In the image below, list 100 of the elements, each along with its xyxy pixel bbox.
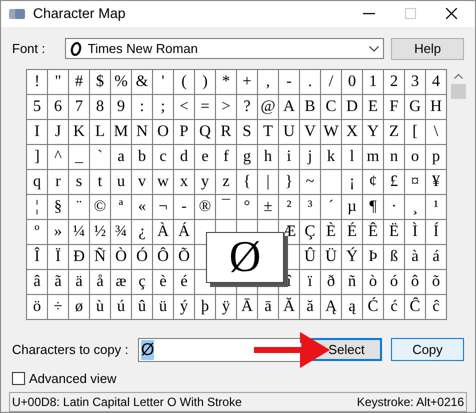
character-cell[interactable]: Á: [174, 220, 194, 244]
character-cell[interactable]: ã: [48, 270, 68, 294]
character-cell[interactable]: U: [279, 120, 299, 144]
character-cell[interactable]: L: [90, 120, 110, 144]
character-cell[interactable]: è: [153, 270, 173, 294]
character-cell[interactable]: 0: [342, 70, 362, 94]
character-cell[interactable]: 8: [90, 94, 110, 118]
character-cell[interactable]: ß: [384, 244, 404, 268]
character-cell[interactable]: Ó: [132, 244, 152, 268]
character-cell[interactable]: ¡: [342, 170, 362, 194]
character-cell[interactable]: µ: [342, 194, 362, 218]
character-cell[interactable]: ²: [279, 194, 299, 218]
character-cell[interactable]: Ï: [48, 244, 68, 268]
character-cell[interactable]: w: [153, 170, 173, 194]
character-cell[interactable]: v: [132, 170, 152, 194]
character-cell[interactable]: â: [27, 270, 47, 294]
character-cell[interactable]: Ì: [405, 220, 425, 244]
character-cell[interactable]: F: [384, 94, 404, 118]
character-cell[interactable]: á: [426, 244, 446, 268]
character-cell[interactable]: å: [90, 270, 110, 294]
character-cell[interactable]: c: [153, 144, 173, 168]
character-cell[interactable]: _: [69, 144, 89, 168]
character-cell[interactable]: I: [27, 120, 47, 144]
character-cell[interactable]: £: [384, 170, 404, 194]
character-cell[interactable]: 3: [405, 70, 425, 94]
character-cell[interactable]: Ô: [153, 244, 173, 268]
character-cell[interactable]: K: [69, 120, 89, 144]
character-cell[interactable]: Ý: [342, 244, 362, 268]
character-cell[interactable]: ,: [258, 70, 278, 94]
character-cell[interactable]: |: [258, 170, 278, 194]
character-cell[interactable]: #: [69, 70, 89, 94]
advanced-view-checkbox[interactable]: [12, 372, 25, 385]
character-cell[interactable]: ï: [300, 270, 320, 294]
character-cell[interactable]: ¿: [132, 220, 152, 244]
character-cell[interactable]: 6: [48, 94, 68, 118]
character-cell[interactable]: 1: [363, 70, 383, 94]
character-cell[interactable]: 9: [111, 94, 131, 118]
character-cell[interactable]: Y: [363, 120, 383, 144]
character-cell[interactable]: ½: [90, 220, 110, 244]
character-cell[interactable]: ·: [384, 194, 404, 218]
character-cell[interactable]: G: [405, 94, 425, 118]
character-cell[interactable]: ă: [300, 294, 320, 318]
character-cell[interactable]: *: [216, 70, 236, 94]
close-icon[interactable]: [446, 8, 457, 20]
character-cell[interactable]: a: [111, 144, 131, 168]
character-cell[interactable]: E: [363, 94, 383, 118]
character-cell[interactable]: é: [174, 270, 194, 294]
character-cell[interactable]: Ā: [237, 294, 257, 318]
character-cell[interactable]: ç: [132, 270, 152, 294]
character-cell[interactable]: ĉ: [426, 294, 446, 318]
character-cell[interactable]: T: [258, 120, 278, 144]
character-cell[interactable]: ó: [384, 270, 404, 294]
character-cell[interactable]: R: [216, 120, 236, 144]
character-cell[interactable]: j: [300, 144, 320, 168]
character-cell[interactable]: +: [237, 70, 257, 94]
character-cell[interactable]: §: [48, 194, 68, 218]
character-cell[interactable]: Ü: [321, 244, 341, 268]
character-cell[interactable]: ª: [111, 194, 131, 218]
character-cell[interactable]: ø: [69, 294, 89, 318]
character-cell[interactable]: ä: [69, 270, 89, 294]
character-cell[interactable]: ¨: [69, 194, 89, 218]
character-cell[interactable]: þ: [195, 294, 215, 318]
character-cell[interactable]: ö: [27, 294, 47, 318]
character-cell[interactable]: }: [279, 170, 299, 194]
character-cell[interactable]: z: [216, 170, 236, 194]
character-cell[interactable]: Q: [195, 120, 215, 144]
character-cell[interactable]: O: [153, 120, 173, 144]
character-cell[interactable]: È: [321, 220, 341, 244]
character-cell[interactable]: ô: [405, 270, 425, 294]
character-cell[interactable]: o: [405, 144, 425, 168]
character-cell[interactable]: A: [279, 94, 299, 118]
character-cell[interactable]: W: [321, 120, 341, 144]
character-cell[interactable]: ý: [174, 294, 194, 318]
character-cell[interactable]: ÷: [48, 294, 68, 318]
character-cell[interactable]: p: [426, 144, 446, 168]
character-cell[interactable]: [321, 170, 341, 194]
character-cell[interactable]: ]: [27, 144, 47, 168]
character-cell[interactable]: à: [405, 244, 425, 268]
character-cell[interactable]: Ç: [300, 220, 320, 244]
character-cell[interactable]: Þ: [363, 244, 383, 268]
character-cell[interactable]: 4: [426, 70, 446, 94]
character-cell[interactable]: .: [300, 70, 320, 94]
character-cell[interactable]: t: [90, 170, 110, 194]
character-cell[interactable]: Ê: [363, 220, 383, 244]
character-cell[interactable]: Z: [384, 120, 404, 144]
scroll-up-icon[interactable]: [454, 74, 463, 78]
character-cell[interactable]: >: [216, 94, 236, 118]
character-cell[interactable]: «: [132, 194, 152, 218]
character-cell[interactable]: É: [342, 220, 362, 244]
character-cell[interactable]: Í: [426, 220, 446, 244]
character-cell[interactable]: S: [237, 120, 257, 144]
character-cell[interactable]: 5: [27, 94, 47, 118]
character-cell[interactable]: -: [279, 70, 299, 94]
character-cell[interactable]: Ë: [384, 220, 404, 244]
character-cell[interactable]: ³: [300, 194, 320, 218]
character-cell[interactable]: -: [174, 194, 194, 218]
characters-field[interactable]: Ø: [138, 338, 302, 362]
character-cell[interactable]: V: [300, 120, 320, 144]
character-cell[interactable]: u: [111, 170, 131, 194]
character-cell[interactable]: h: [258, 144, 278, 168]
